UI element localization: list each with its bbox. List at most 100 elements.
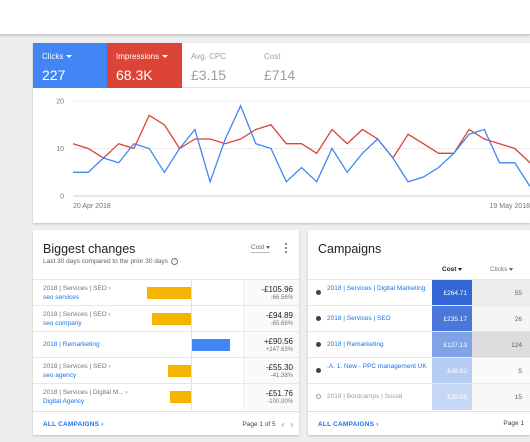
- metric-tile-cost[interactable]: Cost £714: [255, 43, 530, 88]
- pager: Page 1 of 5 ‹ ›: [242, 420, 293, 429]
- pager-label: Page 1 of 5: [242, 421, 276, 428]
- increase-bar: [192, 339, 230, 351]
- table-row[interactable]: .A. 1. New - PPC management UK £48.82 5: [308, 357, 530, 384]
- metric-label-cost: Cost: [264, 52, 281, 61]
- metric-tile-impressions[interactable]: Impressions 68.3K: [107, 43, 182, 88]
- metric-select[interactable]: Cost: [251, 244, 271, 253]
- zero-axis: [191, 358, 192, 384]
- row-link[interactable]: seo agency: [43, 372, 143, 381]
- row-entity-name[interactable]: 2018 | Services | SEO › seo agency: [43, 363, 143, 380]
- subtitle-text: Last 30 days compared to the prior 30 da…: [43, 258, 169, 265]
- clicks-cell: 26: [472, 306, 530, 332]
- chevron-down-icon[interactable]: [162, 55, 169, 58]
- zero-axis: [191, 384, 192, 410]
- change-percent: -65.66%: [270, 321, 293, 327]
- column-header-clicks-label: Clicks: [490, 266, 508, 273]
- campaign-name-link[interactable]: 2018 | Services | Digital Marketing: [327, 285, 427, 294]
- table-row[interactable]: 2018 | Services | SEO › seo company -£94.8…: [33, 305, 299, 332]
- x-start-label: 20 Apr 2018: [73, 203, 111, 210]
- metric-tile-avg-cpc[interactable]: Avg. CPC £3.15: [182, 43, 255, 88]
- metric-select-value: Cost: [251, 244, 265, 251]
- clicks-cell: 55: [472, 280, 530, 306]
- column-header-cost-label: Cost: [442, 266, 457, 273]
- card-footer: ALL CAMPAIGNS › Page 1: [308, 411, 530, 435]
- y-tick-label: 0: [60, 194, 64, 201]
- help-icon[interactable]: ?: [171, 258, 179, 265]
- campaign-name-link[interactable]: 2018 | Bootcamps | Social: [327, 393, 427, 402]
- table-row[interactable]: 2018 | Remarketing £127.13 124: [308, 331, 530, 358]
- change-amount: -£94.89: [265, 311, 293, 320]
- change-percent: -66.56%: [270, 295, 293, 301]
- series-line-impressions: [72, 114, 530, 164]
- cost-cell: £30.08: [432, 384, 472, 410]
- row-link[interactable]: seo company: [43, 320, 143, 329]
- table-row[interactable]: 2018 | Bootcamps | Social £30.08 15: [308, 383, 530, 410]
- sort-descending-icon: [458, 268, 463, 271]
- performance-line-chart: 20 10 0 20 Apr 2018 19 May 2018: [56, 99, 530, 210]
- row-entity-name[interactable]: 2018 | Services | SEO › seo services: [43, 285, 143, 302]
- change-bar-zone: [147, 358, 237, 384]
- metric-tile-clicks[interactable]: Clicks 227: [33, 43, 107, 88]
- all-campaigns-link[interactable]: ALL CAMPAIGNS ›: [318, 421, 379, 428]
- change-amount: -£51.76: [265, 389, 293, 398]
- column-header-clicks[interactable]: Clicks: [490, 266, 514, 276]
- more-options-icon[interactable]: [285, 243, 289, 255]
- metric-value-impressions: 68.3K: [116, 67, 153, 83]
- row-link[interactable]: seo services: [43, 294, 143, 303]
- x-end-label: 19 May 2018: [490, 203, 530, 210]
- all-campaigns-label: ALL CAMPAIGNS: [43, 421, 100, 428]
- overview-card: Clicks 227 Impressions 68.3K Avg. CPC £3…: [33, 43, 530, 223]
- card-title: Biggest changes: [43, 242, 136, 256]
- row-entity-name[interactable]: 2018 | Services | Digital M... › Digital …: [43, 389, 143, 406]
- status-enabled-icon: [316, 290, 321, 295]
- row-path: 2018 | Services | SEO ›: [43, 311, 111, 318]
- cost-cell: £235.17: [432, 306, 472, 332]
- row-link[interactable]: Digital Agency: [43, 398, 143, 407]
- campaigns-card: Campaigns Cost Clicks 2018 | Services | …: [308, 230, 530, 435]
- row-path: 2018 | Services | Digital M... ›: [43, 389, 128, 396]
- pager: Page 1: [503, 420, 524, 427]
- metric-label-clicks: Clicks: [42, 52, 64, 61]
- chevron-right-icon[interactable]: ›: [290, 420, 293, 429]
- metric-value-clicks: 227: [42, 67, 66, 83]
- card-footer: ALL CAMPAIGNS › Page 1 of 5 ‹ ›: [33, 411, 299, 435]
- change-amount: +£90.56: [263, 337, 293, 346]
- table-row[interactable]: 2018 | Remarketing +£90.56 +247.63%: [33, 331, 299, 358]
- campaign-name-link[interactable]: 2018 | Services | SEO: [327, 315, 427, 324]
- cost-cell: £264.71: [432, 280, 472, 306]
- pager-label: Page 1: [503, 420, 524, 427]
- biggest-changes-card: Biggest changes Last 30 days compared to…: [33, 230, 299, 435]
- row-entity-name[interactable]: 2018 | Services | SEO › seo company: [43, 311, 143, 328]
- status-paused-icon: [316, 394, 321, 399]
- status-enabled-icon: [316, 368, 321, 373]
- card-title: Campaigns: [318, 242, 382, 256]
- change-bar-zone: [147, 280, 237, 306]
- dropdown-arrow-icon: [509, 268, 514, 271]
- campaign-name-link[interactable]: .A. 1. New - PPC management UK: [327, 363, 427, 372]
- chevron-right-icon: ›: [101, 421, 104, 428]
- decrease-bar: [168, 365, 191, 377]
- all-campaigns-link[interactable]: ALL CAMPAIGNS ›: [43, 421, 104, 428]
- column-header-cost[interactable]: Cost: [442, 266, 463, 276]
- table-row[interactable]: 2018 | Services | Digital Marketing £264.…: [308, 279, 530, 306]
- status-enabled-icon: [316, 342, 321, 347]
- table-row[interactable]: 2018 | Services | SEO › seo services -£105…: [33, 279, 299, 306]
- chevron-down-icon[interactable]: [66, 55, 73, 58]
- table-row[interactable]: 2018 | Services | Digital M... › Digital …: [33, 383, 299, 410]
- change-value-cell: -£94.89 -65.66%: [243, 306, 299, 332]
- table-row[interactable]: 2018 | Services | SEO › seo agency -£55.30…: [33, 357, 299, 384]
- campaign-name-link[interactable]: 2018 | Remarketing: [327, 341, 427, 350]
- decrease-bar: [170, 391, 191, 403]
- change-value-cell: -£51.76 -100.00%: [243, 384, 299, 410]
- dropdown-arrow-icon: [266, 246, 271, 249]
- chevron-left-icon[interactable]: ‹: [282, 420, 285, 429]
- zero-axis: [191, 280, 192, 306]
- table-row[interactable]: 2018 | Services | SEO £235.17 26: [308, 305, 530, 332]
- change-bar-zone: [147, 306, 237, 332]
- change-percent: -41.38%: [270, 373, 293, 379]
- cost-cell: £127.13: [432, 332, 472, 358]
- row-entity-name[interactable]: 2018 | Remarketing: [43, 341, 143, 350]
- decrease-bar: [147, 287, 191, 299]
- change-value-cell: -£55.30 -41.38%: [243, 358, 299, 384]
- change-bar-zone: [147, 332, 237, 358]
